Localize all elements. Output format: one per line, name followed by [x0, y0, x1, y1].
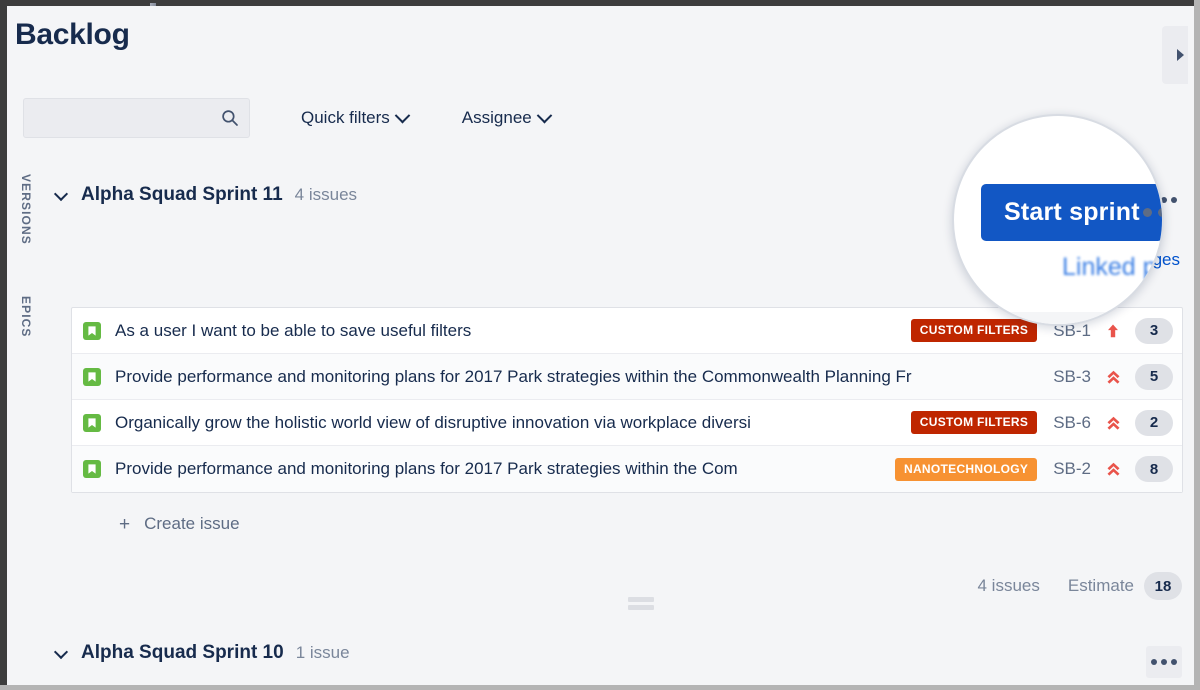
- priority-highest-icon: [1105, 368, 1121, 386]
- versions-rail[interactable]: VERSIONS: [19, 174, 33, 245]
- priority-highest-icon: [1105, 414, 1121, 432]
- sprint-resize-handle[interactable]: [628, 597, 654, 613]
- footer-estimate-label: Estimate: [1068, 576, 1134, 596]
- footer-issue-count: 4 issues: [977, 576, 1039, 596]
- window-right-border: [1194, 0, 1200, 690]
- story-icon: [83, 460, 101, 478]
- panel-collapse-tab[interactable]: [1162, 26, 1188, 84]
- assignee-dropdown[interactable]: Assignee: [458, 102, 554, 134]
- filter-bar: Quick filters Assignee: [23, 98, 554, 138]
- story-icon: [83, 368, 101, 386]
- footer-estimate-group: Estimate 18: [1068, 572, 1182, 600]
- backlog-page: Backlog Quick filters Assigne: [7, 6, 1194, 685]
- story-icon: [83, 414, 101, 432]
- estimate-badge: 8: [1135, 456, 1173, 482]
- issue-summary: Provide performance and monitoring plans…: [115, 367, 1031, 387]
- estimate-badge: 2: [1135, 410, 1173, 436]
- sprint-issue-count: 4 issues: [295, 185, 357, 205]
- chevron-down-icon[interactable]: [55, 647, 67, 659]
- story-icon: [83, 322, 101, 340]
- page-title: Backlog: [15, 18, 130, 52]
- magnified-more-actions-button[interactable]: [1143, 208, 1164, 217]
- epic-tag[interactable]: CUSTOM FILTERS: [911, 411, 1037, 434]
- more-actions-icon: [1143, 208, 1152, 217]
- create-issue-button[interactable]: + Create issue: [119, 514, 240, 534]
- issue-summary: As a user I want to be able to save usef…: [115, 321, 905, 341]
- search-box[interactable]: [23, 98, 250, 138]
- more-actions-icon: [1158, 208, 1164, 217]
- issue-meta: CUSTOM FILTERS SB-6 2: [911, 410, 1173, 436]
- magnified-start-sprint-button[interactable]: Start sprint: [981, 184, 1163, 241]
- footer-estimate-value: 18: [1144, 572, 1182, 600]
- sprint-actions-2: [1146, 646, 1182, 678]
- sprint-footer: 4 issues Estimate 18: [977, 572, 1182, 600]
- issue-list: As a user I want to be able to save usef…: [71, 307, 1183, 493]
- issue-key[interactable]: SB-2: [1053, 459, 1091, 479]
- table-row[interactable]: Organically grow the holistic world view…: [72, 400, 1182, 446]
- issue-summary: Provide performance and monitoring plans…: [115, 459, 889, 479]
- app-root: Backlog Quick filters Assigne: [0, 0, 1200, 690]
- window-left-border: [0, 0, 7, 690]
- quick-filters-dropdown[interactable]: Quick filters: [297, 102, 412, 134]
- sprint-name: Alpha Squad Sprint 10: [81, 642, 284, 664]
- sprint-header[interactable]: Alpha Squad Sprint 11 4 issues: [55, 184, 357, 206]
- chevron-down-icon[interactable]: [55, 189, 67, 201]
- sprint2-more-actions-button[interactable]: [1146, 646, 1182, 678]
- create-issue-label: Create issue: [144, 514, 239, 534]
- issue-meta: NANOTECHNOLOGY SB-2 8: [895, 456, 1173, 482]
- chevron-down-icon: [536, 107, 552, 123]
- window-bottom-border: [0, 685, 1200, 690]
- table-row[interactable]: Provide performance and monitoring plans…: [72, 446, 1182, 492]
- epics-rail[interactable]: EPICS: [19, 296, 33, 338]
- issue-key[interactable]: SB-3: [1053, 367, 1091, 387]
- more-actions-icon: [1171, 197, 1177, 203]
- sprint-issue-count: 1 issue: [296, 643, 350, 663]
- magnifier-edge-fade: [954, 312, 1164, 326]
- issue-summary: Organically grow the holistic world view…: [115, 413, 905, 433]
- handle-bar: [628, 605, 654, 610]
- search-icon: [221, 109, 239, 127]
- sprint-name: Alpha Squad Sprint 11: [81, 184, 283, 206]
- priority-high-icon: [1105, 322, 1121, 340]
- estimate-badge: 5: [1135, 364, 1173, 390]
- chevron-left-icon: [1177, 49, 1184, 61]
- magnified-linked-pages-visible: Linked pa: [1062, 253, 1164, 281]
- issue-meta: SB-3 5: [1037, 364, 1173, 390]
- more-actions-icon: [1171, 659, 1177, 665]
- more-actions-icon: [1151, 659, 1157, 665]
- search-input[interactable]: [24, 99, 249, 137]
- issue-key[interactable]: SB-6: [1053, 413, 1091, 433]
- handle-bar: [628, 597, 654, 602]
- more-actions-icon: [1161, 659, 1167, 665]
- plus-icon: +: [119, 515, 130, 534]
- epic-tag[interactable]: NANOTECHNOLOGY: [895, 458, 1037, 481]
- quick-filters-label: Quick filters: [301, 108, 390, 128]
- magnified-linked-pages-link[interactable]: Linked pages: [1062, 253, 1164, 282]
- magnifier-content: Start sprint Linked pages: [954, 116, 1164, 326]
- sprint-header-2[interactable]: Alpha Squad Sprint 10 1 issue: [55, 642, 350, 664]
- chevron-down-icon: [395, 107, 411, 123]
- magnifier-overlay: Start sprint Linked pages: [952, 114, 1164, 326]
- assignee-label: Assignee: [462, 108, 532, 128]
- priority-highest-icon: [1105, 460, 1121, 478]
- table-row[interactable]: Provide performance and monitoring plans…: [72, 354, 1182, 400]
